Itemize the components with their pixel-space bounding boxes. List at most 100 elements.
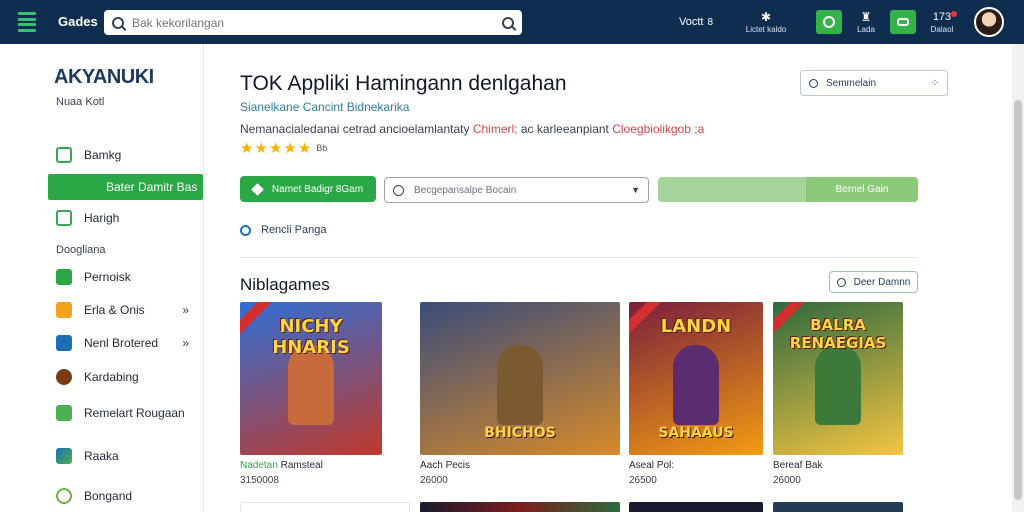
primary-action-button[interactable]: Namet Badigr 8Gam [240,176,376,202]
sidebar-item-pernoisk[interactable]: Pernoisk [0,264,203,290]
window-icon [56,210,72,226]
progress-button[interactable]: Bernel Gain [658,177,918,202]
desc-part: Nemanacialedanai cetrad ancioelamlantaty [240,122,473,136]
sidebar-item-kardabing[interactable]: Kardabing [0,364,203,390]
game-card[interactable]: NICHY HNARIS Nadetan Ramsteal 3150008 [240,302,382,486]
trophy-icon: ♜ [860,9,872,24]
progress-label: Bernel Gain [806,177,918,202]
next-row-card[interactable] [629,502,763,512]
page-description: Nemanacialedanai cetrad ancioelamlantaty… [240,122,704,136]
top-item-lada-label: Lada [857,24,875,34]
logo-text: AKYANUKI [54,66,154,88]
sidebar-item-label: Harigh [84,211,120,225]
desc-highlight: Chimerl; [472,122,518,136]
game-card[interactable]: BHICHOS Aach Pecis 26000 [420,302,620,486]
game-title-text: Aseal Pol: [629,460,675,471]
top-item-voctt-label: Voctt [678,16,704,28]
box-icon [56,302,72,318]
tag-icon [251,182,264,196]
app-logo[interactable]: AKYANUKI [54,66,154,89]
top-item-gamepad[interactable] [889,0,917,44]
next-row-card[interactable] [773,502,903,512]
gamepad-icon [890,10,916,34]
sidebar-item-active[interactable]: Bater Damitr Bas [48,174,203,200]
sidebar-item-bongand[interactable]: Bongand [0,483,203,509]
sidebar-item-erla[interactable]: Erla & Onis » [0,297,203,323]
logo-subtitle: Nuaa Kotl [56,96,105,108]
game-card[interactable]: BALRA RENAEGIAS Bereaf Bak 26000 [773,302,903,486]
sidebar-item-label: Bamkg [84,148,122,162]
sidebar-item-label: Pernoisk [84,270,131,284]
mask-icon [56,369,72,385]
game-title[interactable]: Aseal Pol: [629,460,763,471]
menu-icon[interactable] [18,12,36,32]
top-item-dalaol[interactable]: 173 Dalaol [924,0,960,44]
chevron-right-icon[interactable]: » [182,303,189,317]
top-item-voctt[interactable]: Voctt 8 [672,0,720,44]
game-title-text: Ramsteal [277,460,323,471]
sidebar-item-raaka[interactable]: Raaka [0,443,203,469]
top-item-lada[interactable]: ♜ Lada [852,0,880,44]
section-title: Niblagames [240,275,330,294]
desc-part: ac karleeanpiant [517,122,613,136]
progress-fill [658,177,807,202]
top-brand[interactable]: Gades [58,14,98,29]
filter-select[interactable]: Becgepansalpe Bocain ▼ [384,177,649,203]
game-title[interactable]: Aach Pecis [420,460,620,471]
castle-icon [56,405,72,421]
divider [240,257,918,258]
game-thumbnail[interactable]: NICHY HNARIS [240,302,382,455]
page-subtitle[interactable]: Sianelkane Cancint Bidnekarika [240,100,409,114]
game-logo-text: LANDN [660,316,732,337]
top-item-settings-label: Lictet kaldo [745,24,787,34]
game-thumbnail[interactable]: BHICHOS [420,302,620,455]
avatar[interactable] [974,7,1004,37]
game-thumbnail[interactable]: BALRA RENAEGIAS [773,302,903,455]
search-submit-icon[interactable] [502,16,514,29]
top-item-check[interactable] [815,0,843,44]
cube-icon [56,335,72,351]
sidebar-item-harigh[interactable]: Harigh [0,205,203,231]
search-icon [112,16,124,29]
radio-label: Rencli Panga [261,224,327,236]
side-search-button[interactable]: Semmelain ⁘ [800,70,948,96]
game-logo-text: BHICHOS [484,425,556,441]
chevron-right-icon[interactable]: » [182,336,189,350]
chevron-down-icon: ▼ [631,185,640,195]
top-item-settings[interactable]: ✱ Lictet kaldo [738,0,794,44]
scrollbar[interactable] [1012,44,1024,512]
next-row-card[interactable] [420,502,620,512]
section-search-label: Deer Damnn [853,276,911,288]
filter-select-value: Becgepansalpe Bocain [414,184,517,196]
game-price: 26000 [773,475,801,486]
game-title[interactable]: Nadetan Ramsteal [240,460,382,471]
top-search-input[interactable] [132,15,496,30]
top-search-box[interactable] [104,10,522,35]
top-item-voctt-count: 8 [707,16,714,28]
section-search-button[interactable]: Deer Damnn [829,271,918,293]
rating-value: Bb [316,143,328,153]
character-figure [497,345,543,425]
game-title-text: Bereaf Bak [773,460,823,471]
sidebar-item-label: Raaka [84,449,119,463]
sidebar-item-bamkg[interactable]: Bamkg [0,142,203,168]
desc-highlight: Cloegbiolikgob ;a [612,122,705,136]
game-logo-text: SAHAAUS [658,425,734,441]
scrollbar-thumb[interactable] [1014,100,1022,500]
sidebar-item-nenl[interactable]: Nenl Brotered » [0,330,203,356]
game-price: 3150008 [240,475,279,486]
sidebar-item-label: Bongand [84,489,133,503]
game-card[interactable]: LANDN SAHAAUS Aseal Pol: 26500 [629,302,763,486]
star-icon: ★ [268,140,283,157]
star-icon: ★ [283,140,297,157]
radio-icon[interactable] [240,224,251,236]
game-title[interactable]: Bereaf Bak [773,460,903,471]
radio-option[interactable]: Rencli Panga [240,224,326,236]
game-thumbnail[interactable]: LANDN SAHAAUS [629,302,763,455]
expand-icon: ⁘ [930,77,939,89]
sidebar: AKYANUKI Nuaa Kotl Bamkg Bater Damitr Ba… [0,44,204,512]
rating: ★ ★ ★ ★ ★ Bb [240,139,327,157]
top-bar: Gades Voctt 8 ✱ Lictet kaldo ♜ Lada 173 … [0,0,1024,44]
sidebar-item-remelart[interactable]: Remelart Rougaan [0,400,203,426]
next-row-card[interactable] [240,502,410,512]
